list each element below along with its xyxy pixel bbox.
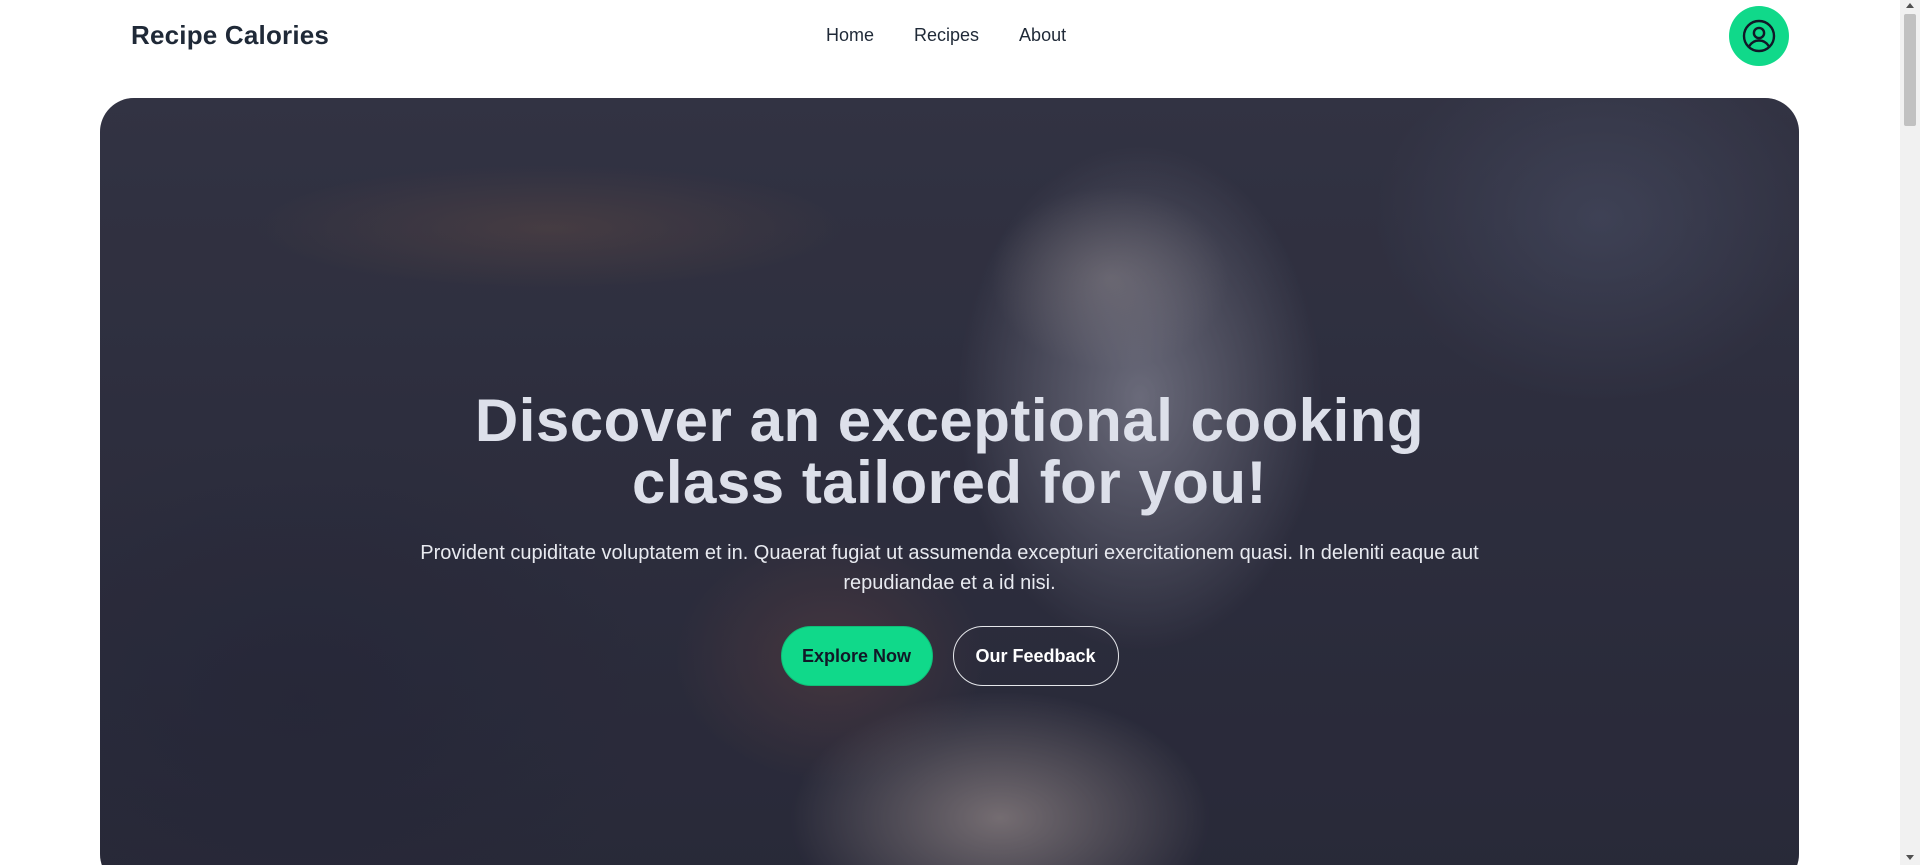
navbar: Recipe Calories Home Recipes About <box>0 0 1900 72</box>
hero-description: Provident cupiditate voluptatem et in. Q… <box>420 542 1479 594</box>
hero-banner: Discover an exceptional cooking class ta… <box>100 98 1799 865</box>
page-scrollbar[interactable] <box>1900 0 1920 865</box>
brand-logo[interactable]: Recipe Calories <box>131 20 329 51</box>
nav-link-recipes[interactable]: Recipes <box>914 25 979 46</box>
main-nav: Home Recipes About <box>826 25 1066 46</box>
scrollbar-thumb[interactable] <box>1904 14 1916 126</box>
account-button[interactable] <box>1729 6 1789 66</box>
hero-title-line2: class tailored for you! <box>632 449 1267 516</box>
nav-link-about[interactable]: About <box>1019 25 1066 46</box>
nav-link-home[interactable]: Home <box>826 25 874 46</box>
our-feedback-button[interactable]: Our Feedback <box>952 626 1119 686</box>
hero-content: Discover an exceptional cooking class ta… <box>100 390 1799 686</box>
hero-title-line1: Discover an exceptional cooking <box>474 387 1425 454</box>
scroll-up-icon[interactable] <box>1906 3 1914 8</box>
hero-actions: Explore Now Our Feedback <box>100 626 1799 686</box>
explore-now-button[interactable]: Explore Now <box>780 626 933 686</box>
user-circle-icon <box>1742 19 1776 53</box>
scroll-down-icon[interactable] <box>1906 855 1914 860</box>
hero-title: Discover an exceptional cooking class ta… <box>100 390 1799 514</box>
